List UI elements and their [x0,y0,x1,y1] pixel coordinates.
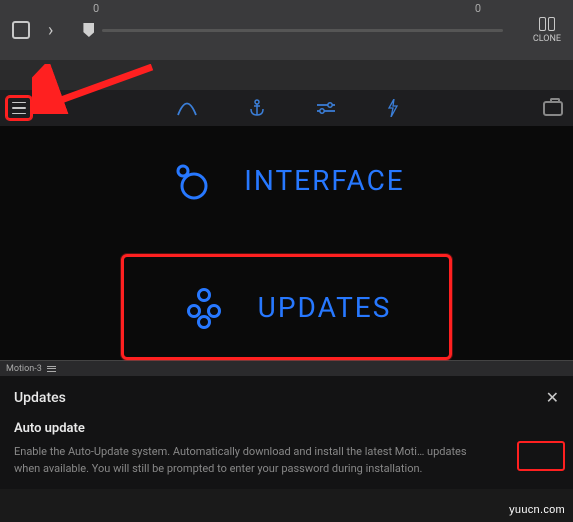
updates-label: UPDATES [258,291,392,324]
watermark: yuucn.com [509,504,565,516]
panel-menu-icon[interactable] [47,366,56,372]
updates-section: Updates ✕ Auto update Enable the Auto-Up… [0,376,573,489]
interface-icon [168,158,212,202]
toggle-highlight-annotation [517,441,565,471]
timeline-start-value: 0 [93,2,99,15]
updates-icon [182,285,226,329]
auto-update-description: Enable the Auto-Update system. Automatic… [14,444,474,477]
updates-title: Updates [14,390,66,406]
close-icon[interactable]: ✕ [546,388,559,407]
panel-header: Motion-3 [0,360,573,376]
curve-icon[interactable] [177,100,197,116]
main-menu-area: INTERFACE UPDATES [0,126,573,360]
forward-chevron-icon[interactable]: › [48,20,53,41]
timeline-track[interactable] [102,29,502,32]
auto-update-heading: Auto update [14,421,559,436]
menu-item-updates[interactable]: UPDATES [121,254,453,360]
interface-label: INTERFACE [244,164,404,197]
clone-label: CLONE [533,34,561,44]
tool-icons-group [32,99,543,117]
hamburger-menu-button[interactable] [6,96,32,120]
top-bar: › 0 0 CLONE [0,0,573,60]
clone-button[interactable]: CLONE [533,17,561,44]
briefcase-icon[interactable] [543,101,563,116]
bolt-icon[interactable] [387,99,399,117]
anchor-icon[interactable] [249,99,265,117]
sliders-icon[interactable] [317,101,335,115]
stop-square-icon[interactable] [12,21,30,39]
tool-bar [0,90,573,126]
timeline-playhead-icon[interactable] [83,23,94,37]
overlay-strip [0,60,573,90]
timeline-end-value: 0 [475,2,481,15]
panel-name: Motion-3 [6,364,42,374]
menu-item-interface[interactable]: INTERFACE [124,138,448,222]
clone-icon [539,17,555,31]
